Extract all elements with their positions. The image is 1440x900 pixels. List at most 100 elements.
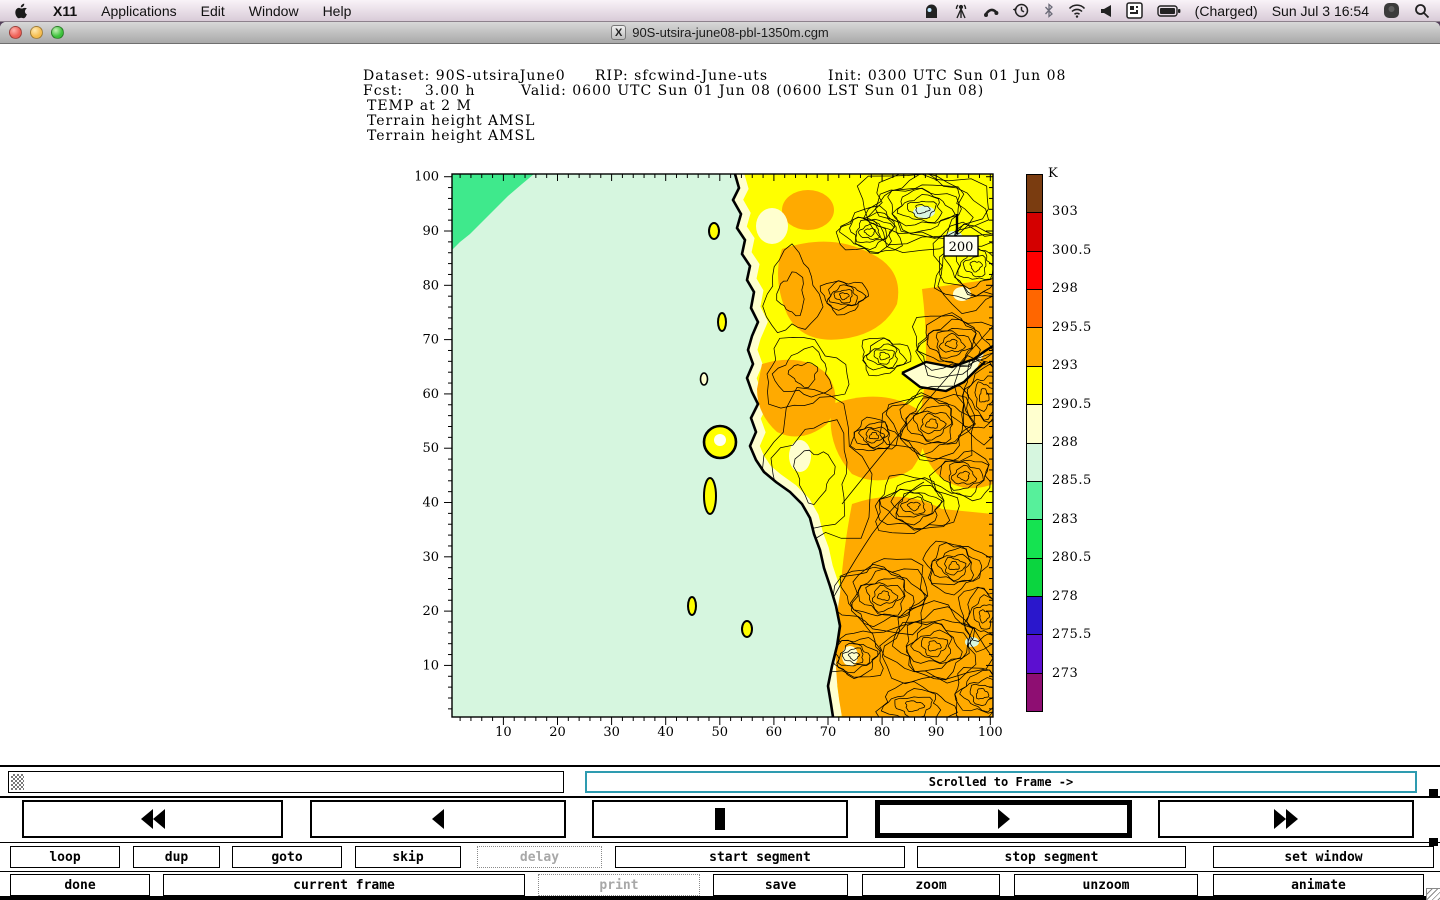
y-tick-label: 60 bbox=[422, 387, 439, 402]
map-canvas[interactable]: 200 10 20 30 40 50 60 70 80 90 100 10 20 30 40 50 60 70 8… bbox=[414, 162, 1036, 762]
set-window-button[interactable]: set window bbox=[1213, 846, 1434, 868]
colorbar-tick-label: 273 bbox=[1052, 665, 1079, 681]
y-tick-label: 80 bbox=[422, 278, 439, 293]
zoom-button[interactable]: zoom bbox=[862, 874, 1000, 896]
colorbar-segment bbox=[1027, 634, 1042, 673]
time-machine-icon[interactable] bbox=[1012, 2, 1030, 19]
play-icon bbox=[997, 809, 1010, 829]
animate-button[interactable]: animate bbox=[1213, 874, 1424, 896]
input-menu-icon[interactable] bbox=[1125, 2, 1143, 19]
antenna-icon[interactable] bbox=[953, 3, 969, 19]
colorbar-tick-label: 275.5 bbox=[1052, 627, 1092, 643]
play-button[interactable] bbox=[875, 800, 1132, 838]
colorbar-segment bbox=[1027, 672, 1042, 712]
colorbar-segment bbox=[1027, 557, 1042, 596]
header-field3: Terrain height AMSL bbox=[367, 128, 536, 144]
colorbar-tick-label: 303 bbox=[1052, 204, 1079, 220]
header-field1: TEMP at 2 M bbox=[367, 98, 472, 114]
close-button[interactable] bbox=[9, 26, 22, 39]
colorbar-tick-label: 280.5 bbox=[1052, 550, 1092, 566]
resize-grip[interactable] bbox=[1426, 888, 1440, 900]
spotlight-icon[interactable] bbox=[1414, 3, 1430, 19]
colorbar-segment bbox=[1027, 327, 1042, 366]
menu-help[interactable]: Help bbox=[323, 3, 352, 19]
rewind-icon bbox=[140, 809, 165, 829]
panel-bottom-bar bbox=[0, 896, 1440, 900]
rewind-button[interactable] bbox=[22, 800, 283, 838]
menu-bar: X11 Applications Edit Window Help (Charg… bbox=[0, 0, 1440, 22]
zoom-window-button[interactable] bbox=[51, 26, 64, 39]
stop-segment-button[interactable]: stop segment bbox=[917, 846, 1186, 868]
x11-window-icon: X bbox=[611, 25, 627, 40]
colorbar-tick-label: 278 bbox=[1052, 588, 1079, 604]
contour-label-box: 200 bbox=[943, 235, 979, 257]
colorbar-segment bbox=[1027, 175, 1042, 213]
menu-window[interactable]: Window bbox=[249, 3, 299, 19]
volume-icon[interactable] bbox=[1100, 4, 1112, 18]
done-button[interactable]: done bbox=[10, 874, 150, 896]
colorbar-tick-label: 295.5 bbox=[1052, 319, 1092, 335]
skip-button[interactable]: skip bbox=[355, 846, 461, 868]
colorbar-tick-label: 293 bbox=[1052, 358, 1079, 374]
colorbar-labels: 303 300.5 298 295.5 293 290.5 288 285.5 283 280.5… bbox=[1052, 174, 1112, 712]
colorbar-tick-label: 283 bbox=[1052, 511, 1079, 527]
window-title: 90S-utsira-june08-pbl-1350m.cgm bbox=[632, 25, 829, 40]
minimize-button[interactable] bbox=[30, 26, 43, 39]
header-valid: Valid: 0600 UTC Sun 01 Jun 08 (0600 LST … bbox=[521, 83, 985, 99]
header-init: Init: 0300 UTC Sun 01 Jun 08 bbox=[828, 68, 1067, 84]
wifi-icon[interactable] bbox=[1068, 3, 1086, 18]
battery-icon[interactable] bbox=[1156, 4, 1181, 17]
colorbar-segment bbox=[1027, 250, 1042, 290]
colorbar-segment bbox=[1027, 404, 1042, 443]
stop-button[interactable] bbox=[592, 800, 848, 838]
colorbar-segment bbox=[1027, 365, 1042, 405]
user-switcher-icon[interactable] bbox=[1383, 2, 1400, 19]
y-tick-label: 30 bbox=[422, 550, 439, 565]
step-back-icon bbox=[432, 809, 444, 829]
current-frame-button[interactable]: current frame bbox=[163, 874, 525, 896]
menu-bar-clock[interactable]: Sun Jul 3 16:54 bbox=[1272, 3, 1369, 19]
apple-menu-icon[interactable] bbox=[14, 3, 29, 19]
divider bbox=[0, 796, 1440, 798]
colorbar-segment bbox=[1027, 212, 1042, 251]
fast-forward-button[interactable] bbox=[1158, 800, 1414, 838]
y-tick-label: 50 bbox=[422, 441, 439, 456]
colorbar-segment bbox=[1027, 289, 1042, 328]
plot-header: Dataset: 90S-utsiraJune0 RIP: sfcwind-Ju… bbox=[363, 69, 1103, 147]
start-segment-button[interactable]: start segment bbox=[615, 846, 905, 868]
colorbar-tick-label: 300.5 bbox=[1052, 242, 1092, 258]
x11-window: X 90S-utsira-june08-pbl-1350m.cgm Datase… bbox=[0, 22, 1440, 900]
step-back-button[interactable] bbox=[310, 800, 566, 838]
y-tick-label: 40 bbox=[422, 496, 439, 511]
goto-button[interactable]: goto bbox=[232, 846, 342, 868]
y-tick-label: 100 bbox=[416, 170, 439, 185]
status-box: Scrolled to Frame -> bbox=[585, 771, 1417, 793]
save-button[interactable]: save bbox=[713, 874, 848, 896]
battery-status-label: (Charged) bbox=[1194, 2, 1258, 19]
bluetooth-icon[interactable] bbox=[1044, 3, 1054, 18]
colorbar-segment bbox=[1027, 480, 1042, 520]
y-tick-label: 20 bbox=[422, 604, 439, 619]
window-title-bar[interactable]: X 90S-utsira-june08-pbl-1350m.cgm bbox=[0, 22, 1440, 44]
frame-scrollbar[interactable] bbox=[8, 771, 564, 793]
header-rip: RIP: sfcwind-June-uts bbox=[595, 68, 769, 84]
menu-edit[interactable]: Edit bbox=[201, 3, 225, 19]
unzoom-button[interactable]: unzoom bbox=[1014, 874, 1198, 896]
divider bbox=[0, 842, 1440, 843]
menu-x11[interactable]: X11 bbox=[53, 3, 77, 19]
frame-scrollbar-thumb[interactable] bbox=[11, 774, 24, 790]
loop-button[interactable]: loop bbox=[10, 846, 120, 868]
app-status-icon[interactable] bbox=[924, 3, 939, 19]
status-text: Scrolled to Frame -> bbox=[928, 775, 1074, 789]
colorbar-segment bbox=[1027, 519, 1042, 558]
colorbar-segment bbox=[1027, 595, 1042, 635]
print-button: print bbox=[538, 874, 700, 896]
header-fcst: Fcst: 3.00 h bbox=[363, 83, 476, 99]
menu-applications[interactable]: Applications bbox=[101, 3, 177, 19]
divider bbox=[0, 871, 1440, 872]
modem-phone-icon[interactable] bbox=[983, 3, 999, 19]
colorbar bbox=[1026, 174, 1043, 712]
delay-button: delay bbox=[477, 846, 602, 868]
dup-button[interactable]: dup bbox=[133, 846, 220, 868]
colorbar-tick-label: 288 bbox=[1052, 435, 1079, 450]
